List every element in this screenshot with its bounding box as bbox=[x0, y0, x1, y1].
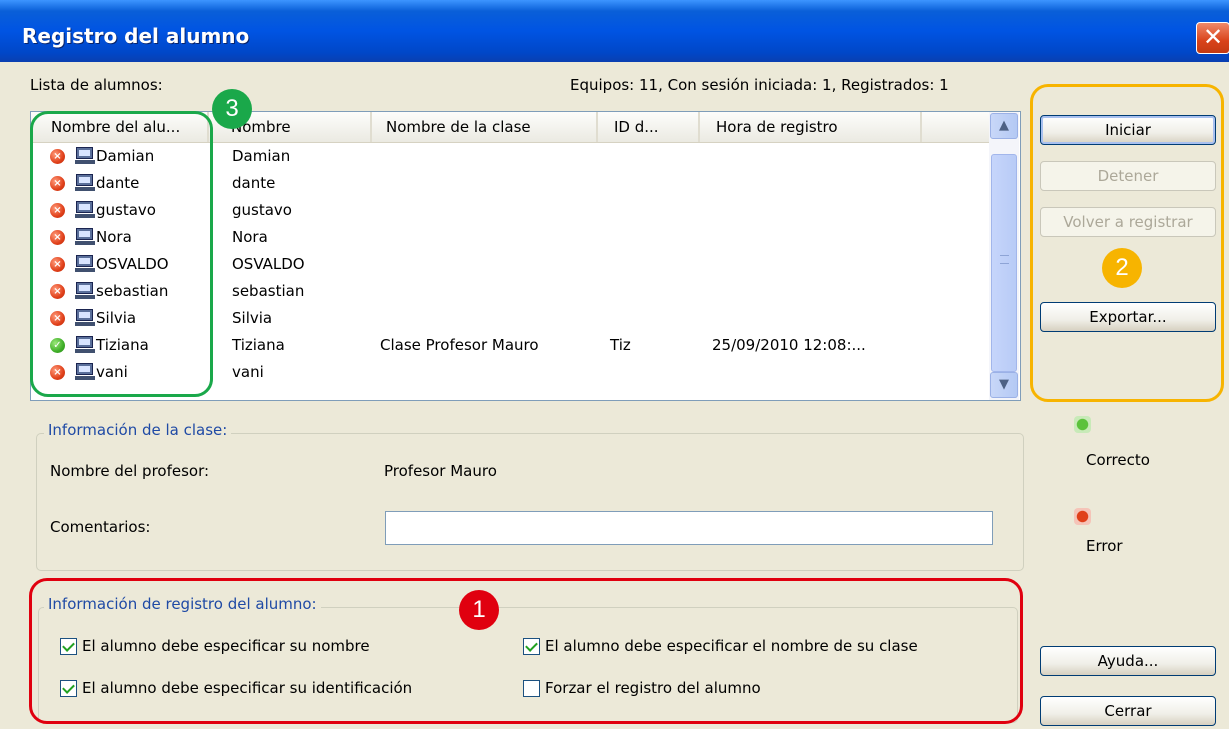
cell-name: vani bbox=[232, 363, 264, 381]
success-legend-icon bbox=[1074, 416, 1091, 433]
comments-label: Comentarios: bbox=[50, 518, 151, 536]
column-header-class[interactable]: Nombre de la clase bbox=[372, 112, 598, 142]
cell-name: Nora bbox=[232, 228, 268, 246]
annotation-badge-3: 3 bbox=[212, 89, 252, 129]
class-info-title: Información de la clase: bbox=[44, 421, 232, 439]
cell-name: OSVALDO bbox=[232, 255, 305, 273]
legend-error-label: Error bbox=[1086, 537, 1123, 555]
cell-id: Tiz bbox=[610, 336, 631, 354]
scroll-up-button[interactable]: ▲ bbox=[990, 113, 1018, 139]
list-scrollbar[interactable]: ▲ ▼ bbox=[989, 112, 1019, 400]
cell-name: sebastian bbox=[232, 282, 305, 300]
scroll-down-button[interactable]: ▼ bbox=[990, 372, 1018, 398]
list-summary: Equipos: 11, Con sesión iniciada: 1, Reg… bbox=[570, 76, 949, 94]
help-button[interactable]: Ayuda... bbox=[1040, 646, 1216, 676]
comments-input[interactable] bbox=[385, 511, 993, 545]
class-info-group bbox=[36, 433, 1024, 571]
teacher-label: Nombre del profesor: bbox=[50, 462, 210, 480]
annotation-frame-3 bbox=[30, 111, 213, 397]
scroll-thumb[interactable] bbox=[991, 154, 1017, 372]
error-legend-icon bbox=[1074, 508, 1091, 525]
title-bar[interactable]: Registro del alumno ✕ bbox=[0, 0, 1229, 62]
student-list-label: Lista de alumnos: bbox=[30, 76, 163, 94]
cell-name: Damian bbox=[232, 147, 291, 165]
legend-ok-label: Correcto bbox=[1086, 451, 1150, 469]
cell-name: Silvia bbox=[232, 309, 273, 327]
cell-name: Tiziana bbox=[232, 336, 285, 354]
close-window-button[interactable]: ✕ bbox=[1196, 22, 1229, 54]
close-button[interactable]: Cerrar bbox=[1040, 696, 1216, 726]
annotation-frame-1 bbox=[29, 578, 1023, 724]
annotation-badge-2: 2 bbox=[1102, 248, 1142, 288]
cell-name: gustavo bbox=[232, 201, 292, 219]
dialog-window: Registro del alumno ✕ Lista de alumnos: … bbox=[0, 0, 1229, 729]
teacher-value: Profesor Mauro bbox=[384, 462, 497, 480]
cell-name: dante bbox=[232, 174, 276, 192]
annotation-badge-1: 1 bbox=[459, 590, 499, 630]
column-header-id[interactable]: ID d... bbox=[598, 112, 700, 142]
cell-class: Clase Profesor Mauro bbox=[380, 336, 539, 354]
cell-time: 25/09/2010 12:08:... bbox=[712, 336, 866, 354]
column-header-time[interactable]: Hora de registro bbox=[700, 112, 922, 142]
scroll-grip-icon bbox=[1000, 255, 1009, 264]
window-title: Registro del alumno bbox=[22, 24, 250, 48]
annotation-frame-2 bbox=[1030, 84, 1224, 402]
